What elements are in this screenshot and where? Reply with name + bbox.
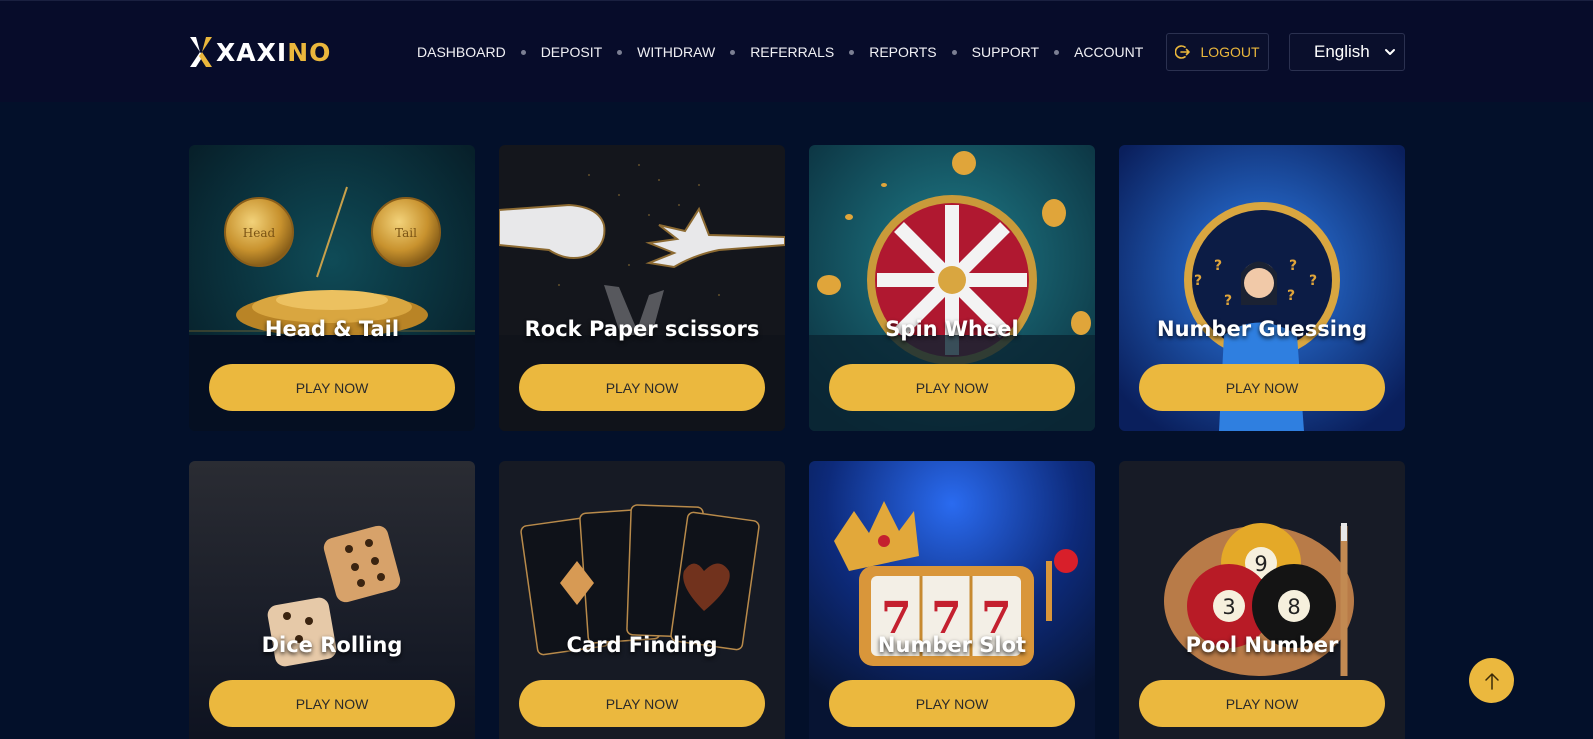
nav-deposit[interactable]: DEPOSIT <box>541 44 602 60</box>
svg-text:?: ? <box>1309 273 1317 289</box>
svg-text:?: ? <box>1214 258 1222 274</box>
chevron-down-icon <box>1385 49 1395 55</box>
svg-text:?: ? <box>1289 258 1297 274</box>
nav-separator <box>730 49 736 55</box>
play-now-button[interactable]: PLAY NOW <box>209 680 455 727</box>
game-title: Pool Number <box>1185 633 1339 657</box>
play-now-button[interactable]: PLAY NOW <box>829 364 1075 411</box>
game-card-pool-number: 9 3 8 Pool Number PLAY NOW <box>1119 461 1405 739</box>
brand-logo[interactable]: XAXINO <box>188 35 331 69</box>
svg-text:?: ? <box>1224 293 1232 309</box>
coin-tail-label: Tail <box>395 226 417 240</box>
play-now-button[interactable]: PLAY NOW <box>1139 364 1385 411</box>
logout-icon <box>1175 45 1191 59</box>
logo-text-main: XAXI <box>216 37 288 67</box>
ball-8-label: 8 <box>1287 595 1300 619</box>
svg-text:?: ? <box>1194 273 1202 289</box>
ball-3-label: 3 <box>1222 595 1235 619</box>
logout-button[interactable]: LOGOUT <box>1166 33 1269 71</box>
main-nav: DASHBOARD DEPOSIT WITHDRAW REFERRALS REP… <box>417 41 1143 63</box>
nav-separator <box>1054 49 1060 55</box>
game-title: Spin Wheel <box>885 317 1019 341</box>
game-title: Number Guessing <box>1157 317 1367 341</box>
game-card-spin-wheel: Spin Wheel PLAY NOW <box>809 145 1095 431</box>
game-card-rock-paper-scissors: Rock Paper scissors PLAY NOW <box>499 145 785 431</box>
logo-wordmark: XAXINO <box>216 38 331 67</box>
game-card-number-guessing: ??? ??? Number Guessing PLAY NOW <box>1119 145 1405 431</box>
language-value: English <box>1314 42 1370 61</box>
logo-x-mark-icon <box>190 37 212 67</box>
play-now-button[interactable]: PLAY NOW <box>829 680 1075 727</box>
play-now-button[interactable]: PLAY NOW <box>519 364 765 411</box>
game-title: Head & Tail <box>264 317 400 341</box>
play-now-button[interactable]: PLAY NOW <box>209 364 455 411</box>
nav-support[interactable]: SUPPORT <box>972 44 1039 60</box>
logout-label: LOGOUT <box>1200 44 1260 60</box>
nav-referrals[interactable]: REFERRALS <box>750 44 834 60</box>
nav-dashboard[interactable]: DASHBOARD <box>417 44 506 60</box>
game-card-dice-rolling: Dice Rolling PLAY NOW <box>189 461 475 739</box>
game-title: Number Slot <box>877 633 1027 657</box>
game-title: Dice Rolling <box>261 633 403 657</box>
nav-separator <box>520 49 526 55</box>
game-title: Card Finding <box>566 633 718 657</box>
games-grid: Head Tail Head & Tail PLAY NOW Rock Pape… <box>189 145 1405 739</box>
coin-head-label: Head <box>243 226 276 240</box>
language-select[interactable]: English <box>1289 33 1405 71</box>
game-card-number-slot: 777 Number Slot PLAY NOW <box>809 461 1095 739</box>
ball-9-label: 9 <box>1254 552 1267 576</box>
play-now-button[interactable]: PLAY NOW <box>519 680 765 727</box>
game-title: Rock Paper scissors <box>524 317 760 341</box>
game-card-card-finding: Card Finding PLAY NOW <box>499 461 785 739</box>
svg-text:?: ? <box>1287 288 1295 304</box>
nav-separator <box>951 49 957 55</box>
scroll-to-top-button[interactable] <box>1469 658 1514 703</box>
play-now-button[interactable]: PLAY NOW <box>1139 680 1385 727</box>
game-card-head-tail: Head Tail Head & Tail PLAY NOW <box>189 145 475 431</box>
nav-reports[interactable]: REPORTS <box>869 44 936 60</box>
top-header: XAXINO DASHBOARD DEPOSIT WITHDRAW REFERR… <box>0 0 1593 102</box>
nav-account[interactable]: ACCOUNT <box>1074 44 1143 60</box>
nav-separator <box>617 49 623 55</box>
arrow-up-icon <box>1484 672 1499 690</box>
nav-separator <box>849 49 855 55</box>
logo-text-accent: NO <box>287 37 332 67</box>
nav-withdraw[interactable]: WITHDRAW <box>637 44 715 60</box>
